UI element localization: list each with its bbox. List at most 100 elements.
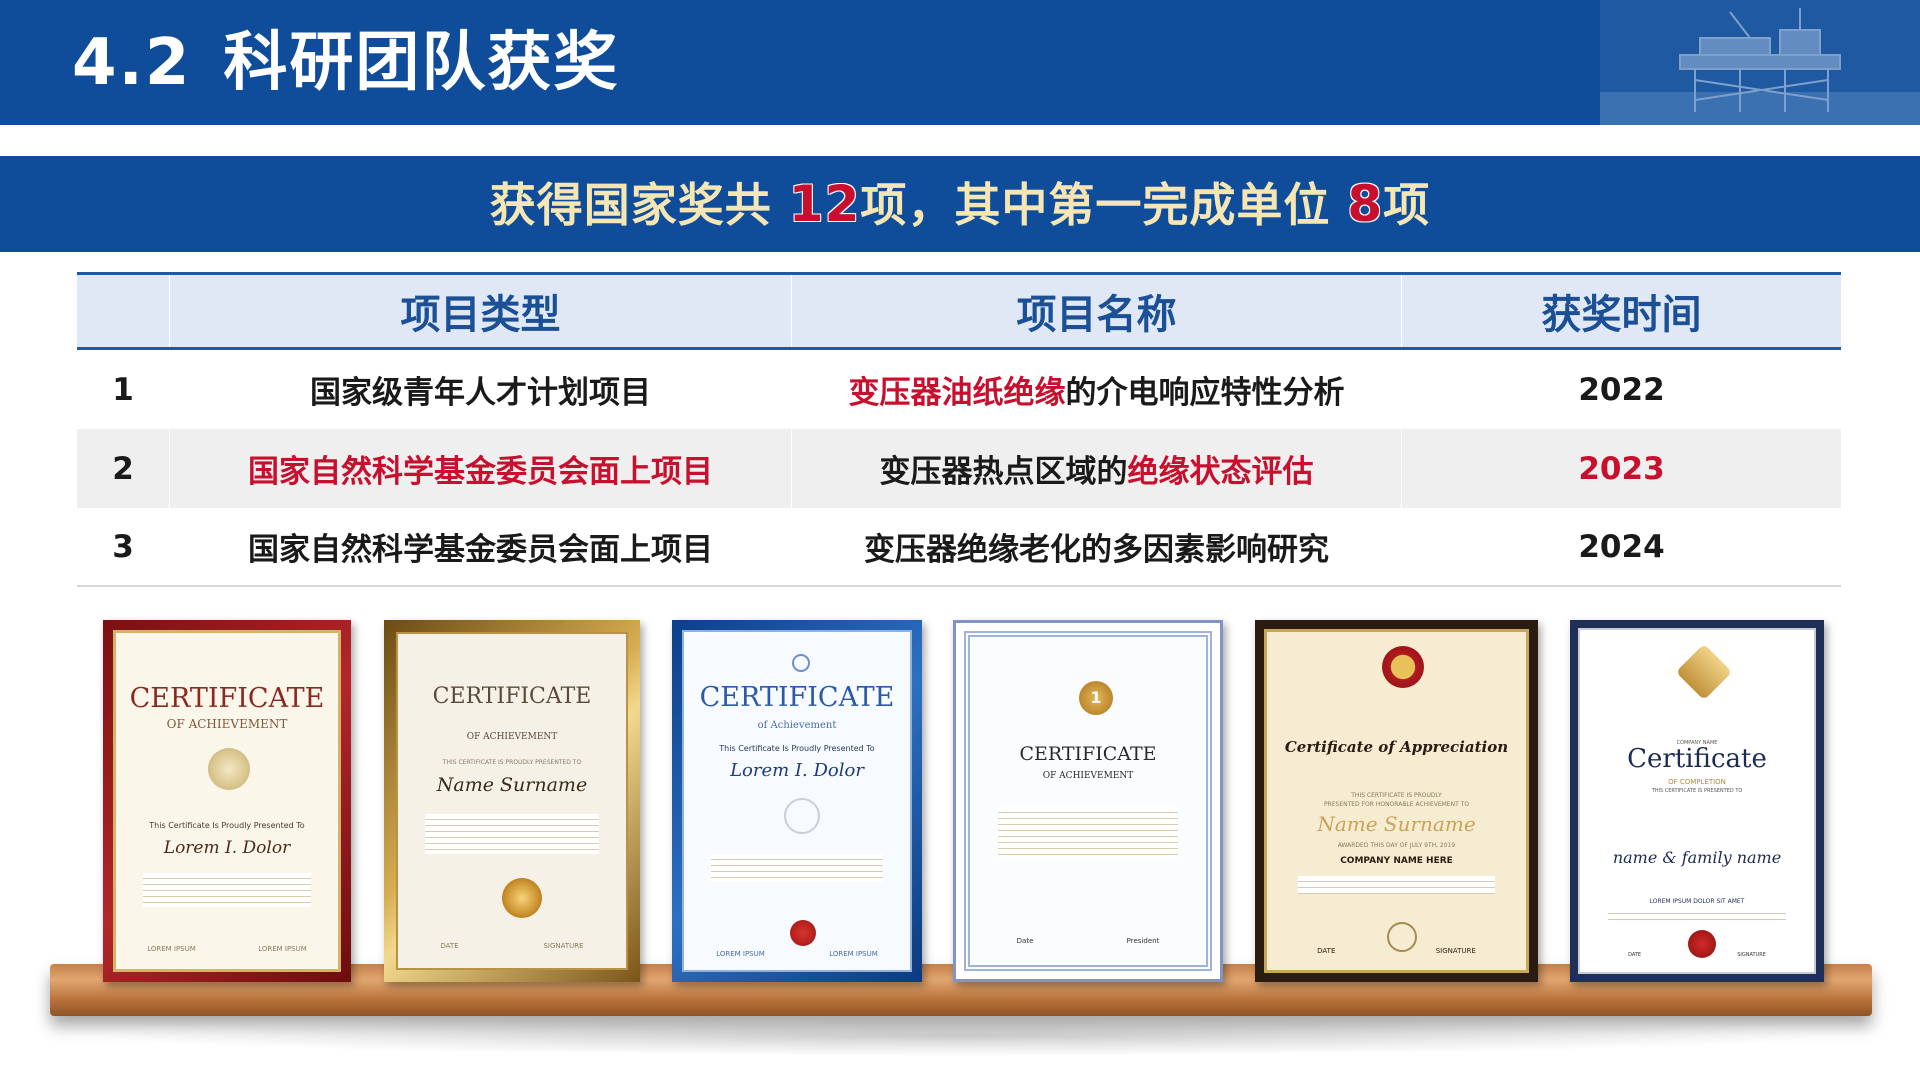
body-text-lines [711,854,883,882]
footer-right: SIGNATURE [1737,952,1766,958]
footer-right: SIGNATURE [543,942,584,950]
footer-left: DATE [1317,947,1336,955]
summary-pre: 获得国家奖共 [489,178,789,232]
certificate-name: Lorem I. Dolor [730,760,864,781]
award-medal-icon [1382,646,1424,688]
certificate-presented: THIS CERTIFICATE IS PRESENTED TO [1651,788,1743,794]
body-text-lines [425,814,599,854]
row-name-lead: 变压器热点区域的 [879,454,1128,490]
body-text-lines [998,807,1178,859]
row-type: 国家自然科学基金委员会面上项目 [170,429,792,508]
seal-icon [208,748,250,790]
total-award-count: 12 [788,175,861,233]
certificate-footer: DATE SIGNATURE [1267,947,1526,955]
certificate-name: Name Surname [1317,812,1476,836]
gold-seal-icon [502,878,542,918]
header-type: 项目类型 [170,275,792,347]
certificate-title: Certificate [1627,744,1767,774]
certificate-subtitle: OF ACHIEVEMENT [166,717,288,731]
row-name: 变压器绝缘老化的多因素影响研究 [792,508,1402,585]
row-index: 2 [77,429,170,508]
row-name: 变压器热点区域的 绝缘状态评估 [792,429,1402,508]
certificate-line3: AWARDED THIS DAY OF JULY 9TH, 2019 [1337,842,1456,849]
footer-right: LOREM IPSUM [258,945,307,953]
certificate-image: CERTIFICATE OF ACHIEVEMENT This Certific… [103,620,351,982]
header-bar: 4.2 科研团队获奖 [0,0,1920,125]
certificate-presented: This Certificate Is Proudly Presented To [719,744,875,753]
row-type: 国家自然科学基金委员会面上项目 [170,508,792,585]
ornament-badge-icon [1675,643,1733,701]
certificate-name: name & family name [1612,848,1782,867]
certificate-image: COMPANY NAME Certificate OF COMPLETION T… [1570,620,1824,982]
summary-mid: 项，其中第一完成单位 [860,178,1348,232]
certificate-image: 1 CERTIFICATE OF ACHIEVEMENT Date Preside… [953,620,1223,982]
summary-post: 项 [1383,178,1431,232]
row-type: 国家级青年人才计划项目 [170,350,792,429]
row-index: 1 [77,350,170,429]
summary-banner: 获得国家奖共 12项，其中第一完成单位 8项 [0,156,1920,252]
certificate-name: Name Surname [436,774,588,796]
footer-left: DATE [440,942,459,950]
footer-left: DATE [1628,952,1642,958]
body-text-lines [142,873,312,907]
table-row: 3 国家自然科学基金委员会面上项目 变压器绝缘老化的多因素影响研究 2024 [77,508,1841,587]
certificate-title: CERTIFICATE [699,682,895,713]
offshore-platform-illustration [1600,0,1920,125]
body-text-lines [1298,876,1495,894]
first-unit-count: 8 [1347,175,1384,233]
certificate-footer: LOREM IPSUM LOREM IPSUM [684,950,910,958]
certificate-footer: DATE SIGNATURE [1580,952,1814,958]
row-year: 2024 [1578,528,1665,565]
certificate-presented: THIS CERTIFICATE IS PROUDLY PRESENTED TO [442,759,582,766]
header-name: 项目名称 [792,275,1402,347]
table-row: 2 国家自然科学基金委员会面上项目 变压器热点区域的 绝缘状态评估 2023 [77,429,1841,508]
certificate-subtitle: OF ACHIEVEMENT [466,732,558,742]
award-table: 项目类型 项目名称 获奖时间 1 国家级青年人才计划项目 变压器油纸绝缘 的介电响… [77,272,1841,587]
certificate-footer: LOREM IPSUM LOREM IPSUM [116,945,338,953]
row-name-rest: 的介电响应特性分析 [1065,375,1345,411]
certificate-presented: This Certificate Is Proudly Presented To [149,821,305,830]
wax-seal-icon [790,920,816,946]
certificate-footer: DATE SIGNATURE [398,942,626,950]
certificate-title: CERTIFICATE [129,683,325,714]
certificate-name: Lorem I. Dolor [163,838,291,858]
shelf-shadow [90,1016,1830,1056]
ornament-icon [792,654,810,672]
badge-number: 1 [1090,688,1102,707]
certificate-subtitle: OF COMPLETION [1668,778,1726,786]
certificate-title: CERTIFICATE [1019,743,1157,765]
footer-left: LOREM IPSUM [147,945,196,953]
certificate-footer: Date President [970,937,1206,945]
footer-right: LOREM IPSUM [829,950,878,958]
header-index [77,275,170,347]
footer-left: LOREM IPSUM [716,950,765,958]
footer-right: SIGNATURE [1435,947,1476,955]
body-text-lines [1608,908,1786,920]
certificate-image: Certificate of Appreciation THIS CERTIFI… [1255,620,1538,982]
row-name-highlight: 绝缘状态评估 [1127,454,1314,490]
table-row: 1 国家级青年人才计划项目 变压器油纸绝缘 的介电响应特性分析 2022 [77,350,1841,429]
certificate-subtitle: of Achievement [757,720,837,731]
certificate-line2: PRESENTED FOR HONORABLE ACHIEVEMENT TO [1323,801,1470,808]
certificate-subtitle: OF ACHIEVEMENT [1042,771,1134,781]
page-title: 4.2 科研团队获奖 [72,18,619,108]
row-name: 变压器油纸绝缘 的介电响应特性分析 [792,350,1402,429]
row-year: 2023 [1578,450,1665,487]
guilloche-icon [784,798,820,834]
certificate-title: CERTIFICATE [432,684,592,709]
footer-left: Date [1016,937,1034,945]
footer-right: President [1126,937,1160,945]
header-year: 获奖时间 [1541,292,1702,338]
summary-text: 获得国家奖共 12项，其中第一完成单位 8项 [0,156,1920,252]
certificate-line1: THIS CERTIFICATE IS PROUDLY [1351,792,1442,799]
row-year: 2022 [1578,371,1665,408]
certificate-title: Certificate of Appreciation [1284,738,1509,756]
rank-one-badge-icon: 1 [1079,681,1113,715]
row-index: 3 [77,508,170,585]
row-name-highlight: 变压器油纸绝缘 [848,375,1066,411]
section-number: 4.2 [72,26,192,100]
certificate-image: CERTIFICATE OF ACHIEVEMENT THIS CERTIFIC… [384,620,640,982]
table-header-row: 项目类型 项目名称 获奖时间 [77,272,1841,350]
certificate-line2: LOREM IPSUM DOLOR SIT AMET [1649,898,1745,905]
certificate-image: CERTIFICATE of Achievement This Certific… [672,620,922,982]
